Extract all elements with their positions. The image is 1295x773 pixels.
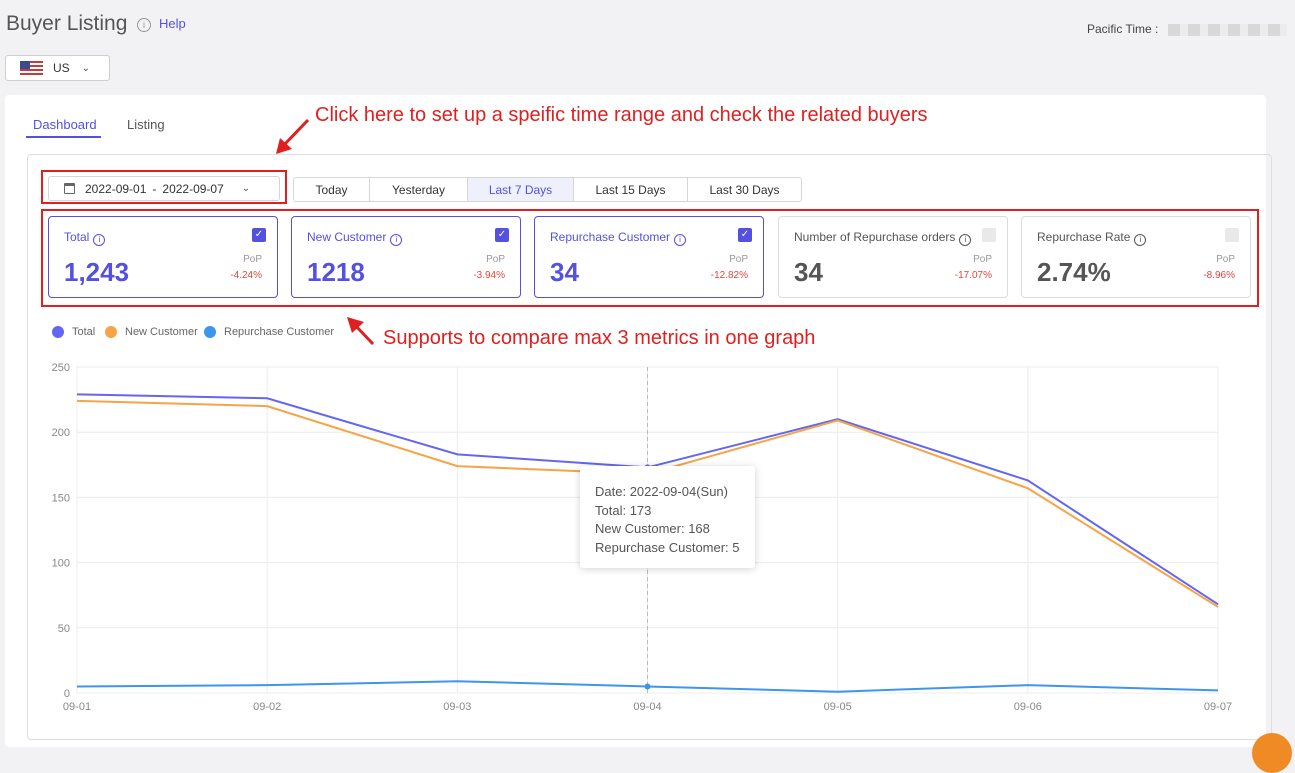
legend-label: Total <box>72 326 95 338</box>
x-tick-label: 09-02 <box>253 701 281 713</box>
tooltip-repurchase-label: Repurchase Customer: <box>595 540 729 555</box>
chat-bubble-icon[interactable] <box>1252 733 1292 773</box>
legend-item-total[interactable]: Total <box>52 326 95 338</box>
x-tick-label: 09-06 <box>1014 701 1042 713</box>
y-tick-label: 50 <box>58 623 70 635</box>
tooltip-date: 2022-09-04(Sun) <box>630 484 728 499</box>
x-tick-label: 09-01 <box>63 701 91 713</box>
chart-tooltip: Date: 2022-09-04(Sun) Total: 173 New Cus… <box>580 466 755 568</box>
y-tick-label: 250 <box>52 362 70 374</box>
tooltip-new-label: New Customer: <box>595 521 685 536</box>
legend-dot <box>52 326 64 338</box>
tooltip-total: 173 <box>630 503 652 518</box>
y-tick-label: 150 <box>52 492 70 504</box>
tooltip-repurchase: 5 <box>732 540 739 555</box>
arrow-icon <box>283 120 308 146</box>
y-tick-label: 100 <box>52 558 70 570</box>
y-tick-label: 0 <box>64 688 70 700</box>
legend-dot <box>204 326 216 338</box>
tooltip-new: 168 <box>688 521 710 536</box>
y-tick-label: 200 <box>52 427 70 439</box>
legend-item-repurchase-customer[interactable]: Repurchase Customer <box>204 326 334 338</box>
legend-dot <box>105 326 117 338</box>
tooltip-date-label: Date: <box>595 484 626 499</box>
data-point <box>645 683 651 689</box>
x-tick-label: 09-05 <box>824 701 852 713</box>
tooltip-total-label: Total: <box>595 503 626 518</box>
x-tick-label: 09-07 <box>1204 701 1232 713</box>
x-tick-label: 09-04 <box>633 701 661 713</box>
legend-label: New Customer <box>125 326 198 338</box>
x-tick-label: 09-03 <box>443 701 471 713</box>
legend-item-new-customer[interactable]: New Customer <box>105 326 198 338</box>
legend-label: Repurchase Customer <box>224 326 334 338</box>
